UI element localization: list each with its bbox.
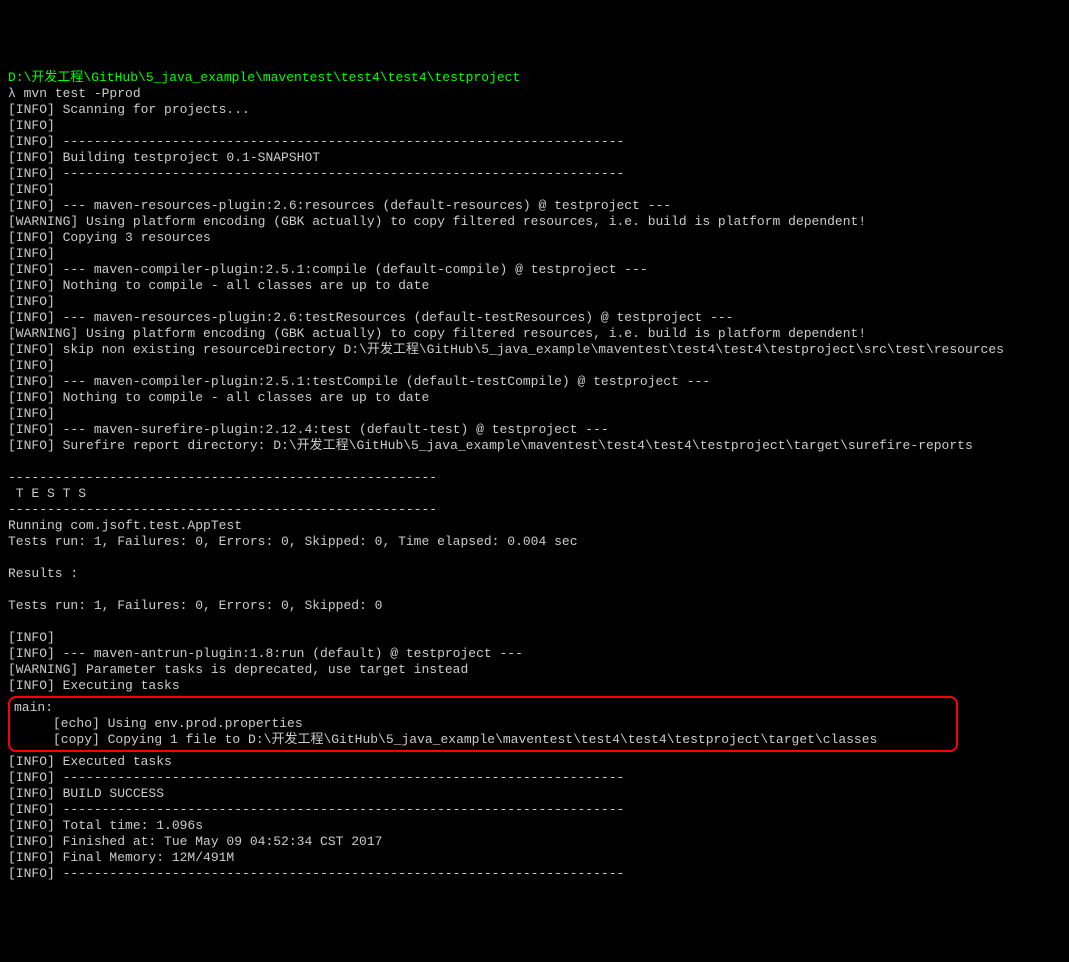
command-text: mvn test -Pprod (24, 86, 141, 101)
prompt-symbol: λ (8, 86, 24, 101)
cwd-path: D:\开发工程\GitHub\5_java_example\maventest\… (8, 70, 520, 85)
output-block-after: [INFO] Executed tasks [INFO] -----------… (8, 754, 1061, 882)
highlighted-annotation: main: [echo] Using env.prod.properties [… (8, 696, 958, 752)
terminal-output[interactable]: D:\开发工程\GitHub\5_java_example\maventest\… (8, 70, 1061, 882)
output-block: [INFO] Scanning for projects... [INFO] [… (8, 102, 1061, 694)
